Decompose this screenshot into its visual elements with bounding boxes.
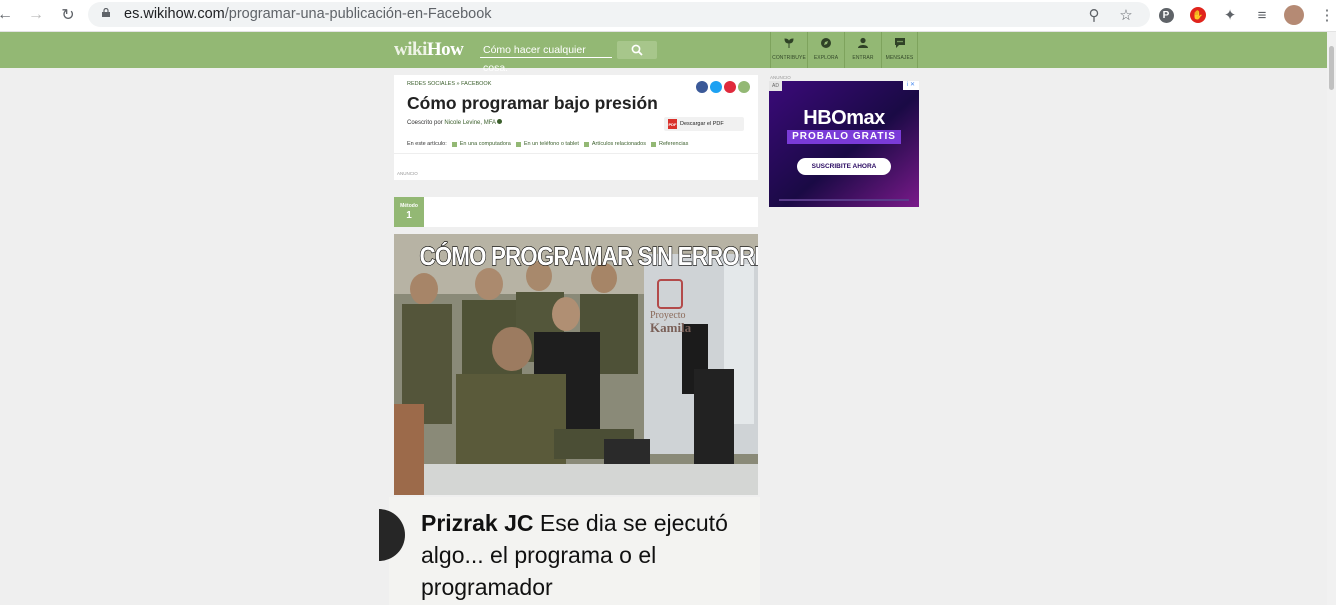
breadcrumb: REDES SOCIALES » FACEBOOK xyxy=(407,81,491,87)
url-host: es.wikihow.com xyxy=(124,6,225,22)
share-buttons xyxy=(696,81,750,93)
search-icon xyxy=(631,44,643,56)
coauthor-prefix: Coescrito por xyxy=(407,120,443,126)
ad-tag: AD xyxy=(769,81,782,91)
nav-entrar[interactable]: ENTRAR xyxy=(844,32,881,68)
pinterest-share-icon[interactable] xyxy=(724,81,736,93)
compass-icon xyxy=(821,38,831,48)
ad-cta-button[interactable]: SUSCRIBITE AHORA xyxy=(797,158,891,175)
nav-mensajes[interactable]: MENSAJES xyxy=(881,32,918,68)
toc-item-label: Artículos relacionados xyxy=(591,141,646,147)
comment-avatar xyxy=(379,509,405,561)
adblock-extension-icon[interactable]: ✋ xyxy=(1187,4,1209,26)
meme-comment: Prizrak JC Ese dia se ejecutó algo... el… xyxy=(379,497,760,605)
address-bar[interactable]: es.wikihow.com/programar-una-publicación… xyxy=(88,2,1150,27)
bookmark-star-icon[interactable]: ☆ xyxy=(1115,4,1137,26)
sprout-icon xyxy=(784,38,794,48)
method-number: 1 xyxy=(406,210,412,221)
coauthor-line: Coescrito por Nicole Levine, MFA xyxy=(407,119,503,126)
method-header: Método 1 xyxy=(394,197,758,227)
logo-how: How xyxy=(426,39,464,60)
toc-bullet-icon xyxy=(651,141,656,147)
method-label: Método xyxy=(400,203,418,209)
profile-avatar[interactable] xyxy=(1283,4,1305,26)
divider xyxy=(394,153,758,154)
nav-contribuye[interactable]: CONTRIBUYE xyxy=(770,32,807,68)
search-input[interactable]: Cómo hacer cualquier cosa. xyxy=(480,41,612,74)
ad-headline: PROBALO GRATIS xyxy=(787,130,901,144)
pdf-icon: PDF xyxy=(668,119,677,129)
page-scrollbar[interactable] xyxy=(1327,32,1336,605)
scrollbar-thumb[interactable] xyxy=(1329,46,1334,90)
toc-item[interactable]: En un teléfono o tablet xyxy=(515,141,579,147)
ad-background xyxy=(769,81,919,207)
hbomax-logo: HBOmax xyxy=(803,107,885,129)
url-text: es.wikihow.com/programar-una-publicación… xyxy=(124,6,492,22)
ad-fine-print xyxy=(779,199,909,201)
watermark-name: Kamila xyxy=(650,320,692,335)
toc-item[interactable]: Artículos relacionados xyxy=(583,141,646,147)
chat-icon xyxy=(894,38,905,48)
toc-label: En este artículo: xyxy=(407,141,447,147)
meme-caption: CÓMO PROGRAMAR SIN ERRORES xyxy=(419,240,758,271)
ad-close-icon[interactable]: i ✕ xyxy=(903,81,919,90)
facebook-share-icon[interactable] xyxy=(696,81,708,93)
nav-explora[interactable]: EXPLORA xyxy=(807,32,844,68)
coauthor-name[interactable]: Nicole Levine, MFA xyxy=(444,120,495,126)
toc-item-label: Referencias xyxy=(659,141,689,147)
logo-wiki: wiki xyxy=(394,39,427,60)
zoom-icon[interactable]: ⚲ xyxy=(1083,4,1105,26)
toc-bullet-icon xyxy=(451,141,457,147)
forward-arrow-icon[interactable]: → xyxy=(25,4,47,26)
table-of-contents: En este artículo: En una computadora En … xyxy=(407,141,688,147)
toc-item[interactable]: En una computadora xyxy=(451,141,511,147)
pdf-label: Descargar el PDF xyxy=(680,121,724,127)
header-nav: CONTRIBUYE EXPLORA ENTRAR MENSAJES xyxy=(770,32,918,68)
breadcrumb-item[interactable]: FACEBOOK xyxy=(461,81,491,87)
comment-author: Prizrak JC xyxy=(421,510,534,536)
email-share-icon[interactable] xyxy=(738,81,750,93)
reload-icon[interactable]: ↻ xyxy=(57,4,79,26)
meme-photo xyxy=(394,234,758,495)
twitter-share-icon[interactable] xyxy=(710,81,722,93)
download-pdf-button[interactable]: PDF Descargar el PDF xyxy=(664,117,744,131)
wikihow-logo[interactable]: wikiHow xyxy=(394,39,464,61)
url-path: /programar-una-publicación-en-Facebook xyxy=(224,6,492,22)
lock-icon xyxy=(102,8,110,17)
sidebar-ad-label: ANUNCIO xyxy=(770,75,791,80)
site-header xyxy=(0,32,1336,68)
article-header-card: REDES SOCIALES » FACEBOOK Cómo programar… xyxy=(394,75,758,180)
nav-label: MENSAJES xyxy=(885,55,914,61)
toc-item-label: En una computadora xyxy=(459,141,511,147)
toc-bullet-icon xyxy=(583,141,589,147)
hbomax-ad[interactable]: AD i ✕ HBOmax PROBALO GRATIS SUSCRIBITE … xyxy=(769,81,919,207)
nav-label: CONTRIBUYE xyxy=(772,55,806,61)
comment-text: Prizrak JC Ese dia se ejecutó algo... el… xyxy=(421,507,751,603)
back-arrow-icon[interactable]: ← xyxy=(0,4,16,26)
breadcrumb-separator: » xyxy=(456,81,460,87)
nav-label: ENTRAR xyxy=(852,55,874,61)
toc-bullet-icon xyxy=(515,141,521,147)
pinterest-extension-icon[interactable]: P xyxy=(1155,4,1177,26)
browser-toolbar: ← → ↻ es.wikihow.com/programar-una-publi… xyxy=(0,0,1336,32)
media-control-icon[interactable]: ≡ xyxy=(1251,4,1273,26)
toc-item-label: En un teléfono o tablet xyxy=(523,141,579,147)
breadcrumb-item[interactable]: REDES SOCIALES xyxy=(407,81,455,87)
toc-item[interactable]: Referencias xyxy=(651,141,688,147)
verified-check-icon xyxy=(497,119,503,124)
page-title: Cómo programar bajo presión xyxy=(407,93,658,113)
nav-label: EXPLORA xyxy=(813,55,839,61)
menu-kebab-icon[interactable]: ⋮ xyxy=(1316,4,1336,26)
method-badge: Método 1 xyxy=(394,197,424,227)
extensions-puzzle-icon[interactable]: ✦ xyxy=(1219,4,1241,26)
ad-label: ANUNCIO xyxy=(397,171,418,176)
search-button[interactable] xyxy=(617,41,657,59)
meme-image: CÓMO PROGRAMAR SIN ERRORES Proyecto Kami… xyxy=(394,234,758,495)
user-icon xyxy=(858,37,868,48)
